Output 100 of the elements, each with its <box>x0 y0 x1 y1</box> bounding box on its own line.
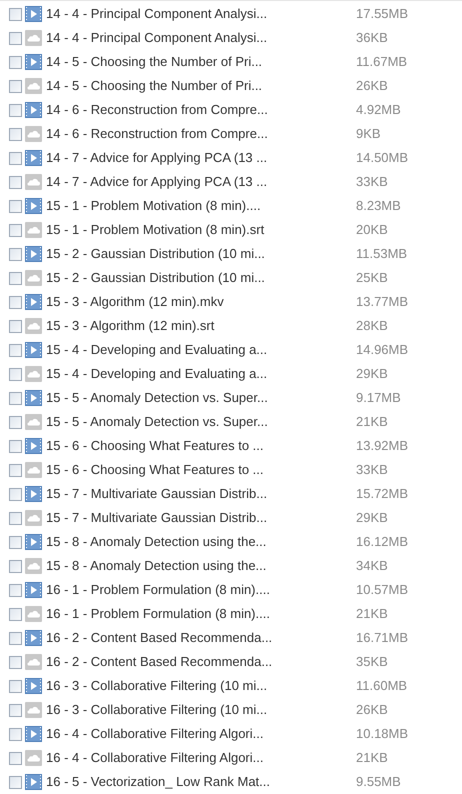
file-size: 20KB <box>356 221 388 240</box>
file-size: 29KB <box>356 509 388 528</box>
file-name[interactable]: 15 - 6 - Choosing What Features to ... <box>46 436 356 456</box>
video-file-icon <box>25 726 42 742</box>
file-size: 16.12MB <box>356 533 408 552</box>
checkbox[interactable] <box>9 8 22 20</box>
file-size: 9KB <box>356 125 381 144</box>
file-name[interactable]: 14 - 4 - Principal Component Analysi... <box>46 4 356 24</box>
file-name[interactable]: 15 - 7 - Multivariate Gaussian Distrib... <box>46 508 356 528</box>
checkbox[interactable] <box>9 344 22 356</box>
checkbox[interactable] <box>9 32 22 44</box>
file-name[interactable]: 15 - 1 - Problem Motivation (8 min).... <box>46 196 356 216</box>
checkbox[interactable] <box>9 512 22 524</box>
cloud-file-icon <box>25 366 42 382</box>
checkbox[interactable] <box>9 368 22 380</box>
file-name[interactable]: 14 - 7 - Advice for Applying PCA (13 ... <box>46 148 356 168</box>
file-name[interactable]: 15 - 2 - Gaussian Distribution (10 mi... <box>46 268 356 288</box>
checkbox[interactable] <box>9 104 22 116</box>
checkbox[interactable] <box>9 176 22 188</box>
file-size: 4.92MB <box>356 101 401 120</box>
cloud-file-icon <box>25 174 42 190</box>
checkbox[interactable] <box>9 440 22 452</box>
video-file-icon <box>25 774 42 790</box>
file-size: 34KB <box>356 557 388 576</box>
file-size: 33KB <box>356 173 388 192</box>
file-name[interactable]: 14 - 6 - Reconstruction from Compre... <box>46 100 356 120</box>
file-name[interactable]: 14 - 5 - Choosing the Number of Pri... <box>46 52 356 72</box>
checkbox[interactable] <box>9 680 22 692</box>
video-file-icon <box>25 390 42 406</box>
video-file-icon <box>25 342 42 358</box>
video-file-icon <box>25 6 42 22</box>
cloud-file-icon <box>25 30 42 46</box>
checkbox[interactable] <box>9 152 22 164</box>
checkbox[interactable] <box>9 704 22 716</box>
checkbox[interactable] <box>9 248 22 260</box>
checkbox[interactable] <box>9 56 22 68</box>
file-name[interactable]: 15 - 8 - Anomaly Detection using the... <box>46 556 356 576</box>
file-name[interactable]: 14 - 6 - Reconstruction from Compre... <box>46 124 356 144</box>
checkbox[interactable] <box>9 536 22 548</box>
file-name[interactable]: 16 - 3 - Collaborative Filtering (10 mi... <box>46 700 356 720</box>
checkbox[interactable] <box>9 392 22 404</box>
checkbox[interactable] <box>9 80 22 92</box>
cloud-file-icon <box>25 222 42 238</box>
video-file-icon <box>25 486 42 502</box>
file-size: 13.77MB <box>356 293 408 312</box>
cloud-file-icon <box>25 750 42 766</box>
file-name[interactable]: 16 - 1 - Problem Formulation (8 min).... <box>46 604 356 624</box>
checkbox[interactable] <box>9 128 22 140</box>
file-name[interactable]: 16 - 1 - Problem Formulation (8 min).... <box>46 580 356 600</box>
video-file-icon <box>25 198 42 214</box>
file-name[interactable]: 15 - 3 - Algorithm (12 min).srt <box>46 316 356 336</box>
file-name[interactable]: 15 - 4 - Developing and Evaluating a... <box>46 364 356 384</box>
checkbox[interactable] <box>9 488 22 500</box>
checkbox[interactable] <box>9 200 22 212</box>
file-name[interactable]: 15 - 6 - Choosing What Features to ... <box>46 460 356 480</box>
file-name[interactable]: 15 - 5 - Anomaly Detection vs. Super... <box>46 388 356 408</box>
file-name[interactable]: 14 - 7 - Advice for Applying PCA (13 ... <box>46 172 356 192</box>
checkbox[interactable] <box>9 656 22 668</box>
checkbox[interactable] <box>9 560 22 572</box>
checkbox[interactable] <box>9 752 22 764</box>
file-name[interactable]: 15 - 7 - Multivariate Gaussian Distrib... <box>46 484 356 504</box>
file-name[interactable]: 16 - 2 - Content Based Recommenda... <box>46 652 356 672</box>
checkbox[interactable] <box>9 464 22 476</box>
file-size: 21KB <box>356 605 388 624</box>
checkbox[interactable] <box>9 296 22 308</box>
file-name[interactable]: 15 - 3 - Algorithm (12 min).mkv <box>46 292 356 312</box>
cloud-file-icon <box>25 462 42 478</box>
checkbox[interactable] <box>9 320 22 332</box>
video-file-icon <box>25 534 42 550</box>
file-size: 10.57MB <box>356 581 408 600</box>
checkbox[interactable] <box>9 776 22 788</box>
file-size: 14.50MB <box>356 149 408 168</box>
file-size: 10.18MB <box>356 725 408 744</box>
file-name[interactable]: 15 - 5 - Anomaly Detection vs. Super... <box>46 412 356 432</box>
file-name[interactable]: 14 - 5 - Choosing the Number of Pri... <box>46 76 356 96</box>
video-file-icon <box>25 678 42 694</box>
cloud-file-icon <box>25 414 42 430</box>
file-name[interactable]: 15 - 1 - Problem Motivation (8 min).srt <box>46 220 356 240</box>
checkbox[interactable] <box>9 272 22 284</box>
file-name[interactable]: 16 - 5 - Vectorization_ Low Rank Mat... <box>46 772 356 792</box>
file-name[interactable]: 16 - 4 - Collaborative Filtering Algori... <box>46 724 356 744</box>
cloud-file-icon <box>25 654 42 670</box>
file-name[interactable]: 16 - 4 - Collaborative Filtering Algori... <box>46 748 356 768</box>
file-name[interactable]: 15 - 8 - Anomaly Detection using the... <box>46 532 356 552</box>
file-name[interactable]: 15 - 4 - Developing and Evaluating a... <box>46 340 356 360</box>
file-name[interactable]: 16 - 3 - Collaborative Filtering (10 mi... <box>46 676 356 696</box>
checkbox[interactable] <box>9 728 22 740</box>
file-size: 8.23MB <box>356 197 401 216</box>
checkbox[interactable] <box>9 224 22 236</box>
checkbox[interactable] <box>9 416 22 428</box>
file-name[interactable]: 16 - 2 - Content Based Recommenda... <box>46 628 356 648</box>
video-file-icon <box>25 582 42 598</box>
cloud-file-icon <box>25 510 42 526</box>
checkbox[interactable] <box>9 632 22 644</box>
video-file-icon <box>25 438 42 454</box>
file-name[interactable]: 14 - 4 - Principal Component Analysi... <box>46 28 356 48</box>
video-file-icon <box>25 294 42 310</box>
checkbox[interactable] <box>9 584 22 596</box>
file-name[interactable]: 15 - 2 - Gaussian Distribution (10 mi... <box>46 244 356 264</box>
checkbox[interactable] <box>9 608 22 620</box>
